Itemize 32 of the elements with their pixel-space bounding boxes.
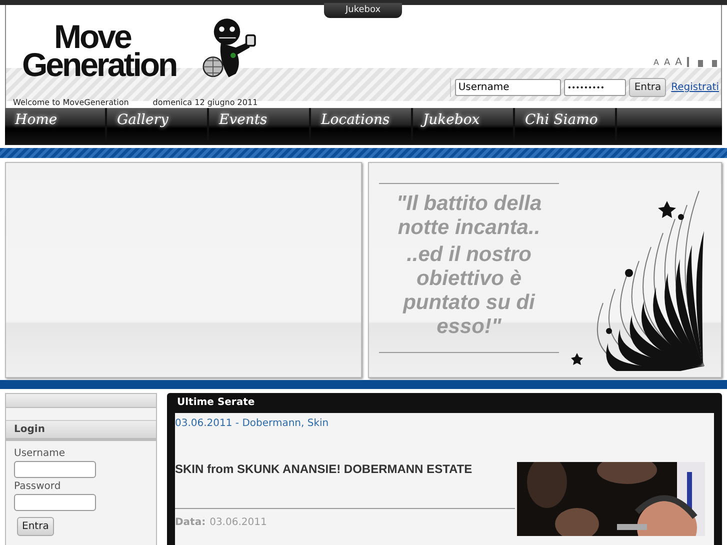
quote-text: ..ed il nostro obiettivo è puntato su di esso!": [402, 243, 536, 339]
username-field[interactable]: Username: [455, 79, 562, 96]
nav-item[interactable]: Jukebox: [413, 108, 515, 145]
panel-title: Login: [6, 420, 156, 441]
quote-text: "Il battito della notte incanta..: [395, 192, 543, 240]
register-link[interactable]: Registrati: [671, 82, 719, 93]
contrast-icon[interactable]: [712, 60, 717, 67]
login-button[interactable]: Entra: [629, 78, 666, 97]
logo-text: Move: [54, 23, 130, 52]
jukebox-tab[interactable]: Jukebox: [324, 3, 402, 18]
login-button[interactable]: Entra: [17, 517, 54, 536]
contrast-icon[interactable]: [698, 60, 703, 67]
nav-item[interactable]: Events: [209, 108, 311, 145]
font-size-button[interactable]: A: [654, 58, 659, 68]
nav-item[interactable]: Chi Siamo: [515, 108, 617, 145]
logo-text: Generation: [22, 51, 176, 80]
field-label: Password: [14, 480, 61, 494]
field-label: Username: [14, 447, 65, 461]
nav-item[interactable]: Gallery: [107, 108, 209, 145]
font-size-button[interactable]: A: [664, 58, 670, 68]
date-text: domenica 12 giugno 2011: [152, 98, 258, 107]
event-link[interactable]: 03.06.2011 - Dobermann, Skin: [175, 418, 714, 429]
password-field[interactable]: [14, 494, 96, 511]
welcome-text: Welcome to MoveGeneration: [13, 98, 129, 107]
data-label: Data:: [175, 517, 206, 528]
panel-title: Ultime Serate: [176, 396, 256, 410]
data-value: 03.06.2011: [210, 517, 267, 528]
username-field[interactable]: [14, 461, 96, 478]
font-size-button[interactable]: A: [675, 58, 682, 68]
nav-item[interactable]: Locations: [311, 108, 413, 145]
headline: SKIN from SKUNK ANANSIE! DOBERMANN ESTATE: [175, 462, 474, 476]
nav-item[interactable]: Home: [5, 108, 107, 145]
